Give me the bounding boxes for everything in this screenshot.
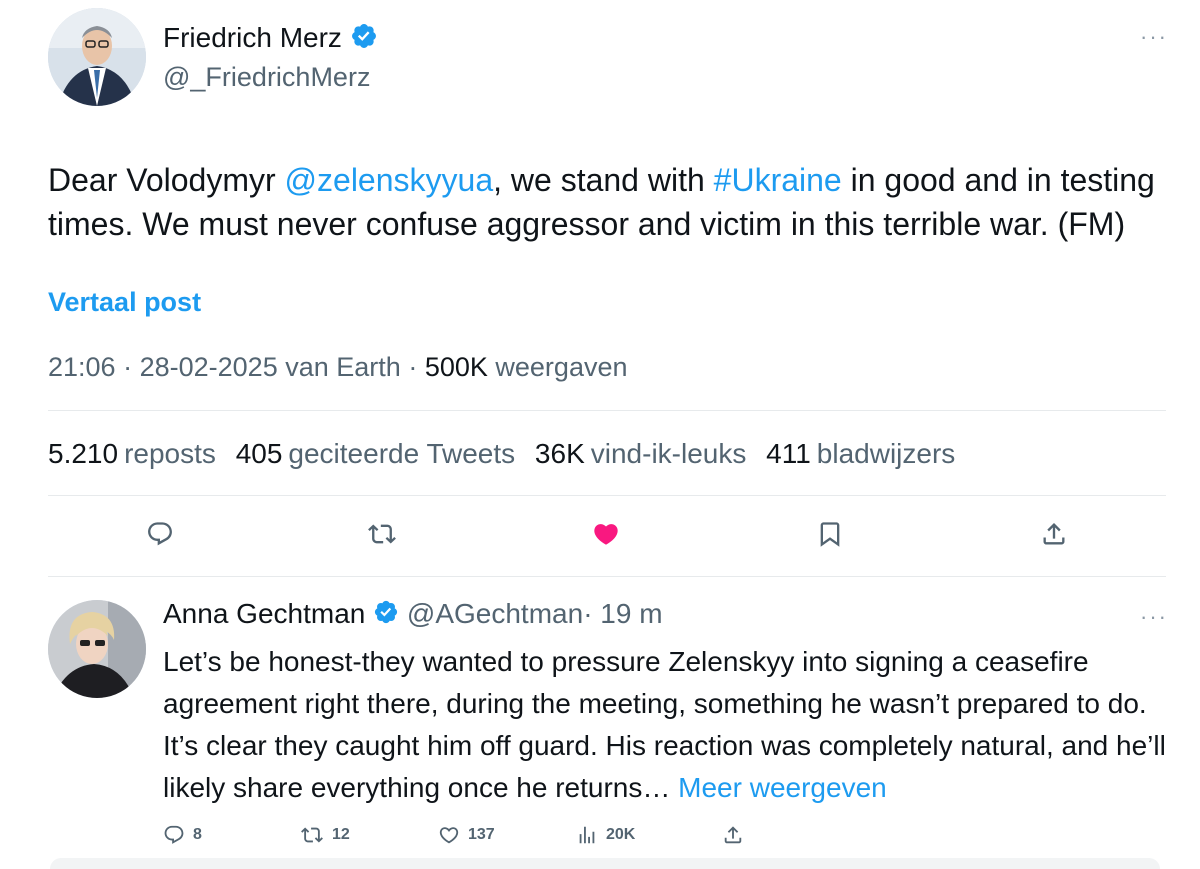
repost-button[interactable] <box>362 514 402 554</box>
share-icon <box>1043 523 1065 545</box>
reply-time[interactable]: · 19 m <box>583 598 662 629</box>
reply-portrait-image <box>48 600 146 698</box>
repost-icon <box>301 827 323 843</box>
translate-post-link[interactable]: Vertaal post <box>48 287 201 318</box>
author-name[interactable]: Friedrich Merz <box>163 22 378 57</box>
bookmark-button[interactable] <box>810 514 850 554</box>
tweet-date[interactable]: 28-02-2025 <box>140 352 278 382</box>
views-label: weergaven <box>495 352 628 382</box>
tweet-meta: 21:06 · 28-02-2025 van Earth · 500K weer… <box>48 352 628 382</box>
divider <box>48 576 1166 577</box>
reply-header: Anna Gechtman @AGechtman· 19 m <box>163 598 663 632</box>
hashtag-link[interactable]: #Ukraine <box>714 162 842 198</box>
mention-link[interactable]: @zelenskyyua <box>285 162 494 198</box>
tweet-stats: 5.210 reposts 405 geciteerde Tweets 36K vin… <box>48 438 967 470</box>
reposts-stat[interactable]: 5.210 reposts <box>48 438 216 469</box>
portrait-image <box>48 8 146 106</box>
reply-author-name[interactable]: Anna Gechtman <box>163 598 365 629</box>
reply-icon <box>148 522 172 546</box>
author-handle[interactable]: @_FriedrichMerz <box>163 62 370 93</box>
likes-stat[interactable]: 36K vind-ik-leuks <box>535 438 746 469</box>
reply-more-options-icon[interactable]: ··· <box>1140 604 1168 630</box>
bottom-bar <box>50 858 1160 869</box>
views-icon <box>579 826 595 844</box>
tweet-source: van Earth <box>285 352 401 382</box>
share-icon <box>724 826 742 844</box>
reply-repost-button[interactable]: 12 <box>300 824 350 846</box>
quotes-stat[interactable]: 405 geciteerde Tweets <box>236 438 515 469</box>
more-options-icon[interactable]: ··· <box>1140 24 1168 50</box>
verified-badge-icon <box>350 22 378 57</box>
heart-icon <box>439 827 459 844</box>
reply-author-handle[interactable]: @AGechtman <box>407 598 583 629</box>
reply-text: Let’s be honest-they wanted to pressure … <box>163 646 1166 803</box>
reply-button[interactable] <box>140 514 180 554</box>
views-count: 500K <box>424 352 488 382</box>
tweet-text: Dear Volodymyr @zelenskyyua, we stand wi… <box>48 162 1155 242</box>
divider <box>48 495 1166 496</box>
share-button[interactable] <box>1034 514 1074 554</box>
reply-reply-button[interactable]: 8 <box>163 824 202 846</box>
verified-badge-icon <box>373 599 399 632</box>
repost-icon <box>368 524 396 544</box>
tweet-time[interactable]: 21:06 <box>48 352 116 382</box>
show-more-link[interactable]: Meer weergeven <box>678 772 887 803</box>
author-avatar[interactable] <box>48 8 146 106</box>
reply-icon <box>164 825 184 844</box>
reply-avatar[interactable] <box>48 600 146 698</box>
reply-views-button[interactable]: 20K <box>576 824 635 846</box>
bookmarks-stat[interactable]: 411 bladwijzers <box>766 438 955 469</box>
heart-icon-filled <box>594 524 618 545</box>
like-button[interactable] <box>586 514 626 554</box>
reply-like-button[interactable]: 137 <box>438 824 495 846</box>
bookmark-icon <box>820 522 840 547</box>
reply-share-button[interactable] <box>722 824 744 846</box>
divider <box>48 410 1166 411</box>
